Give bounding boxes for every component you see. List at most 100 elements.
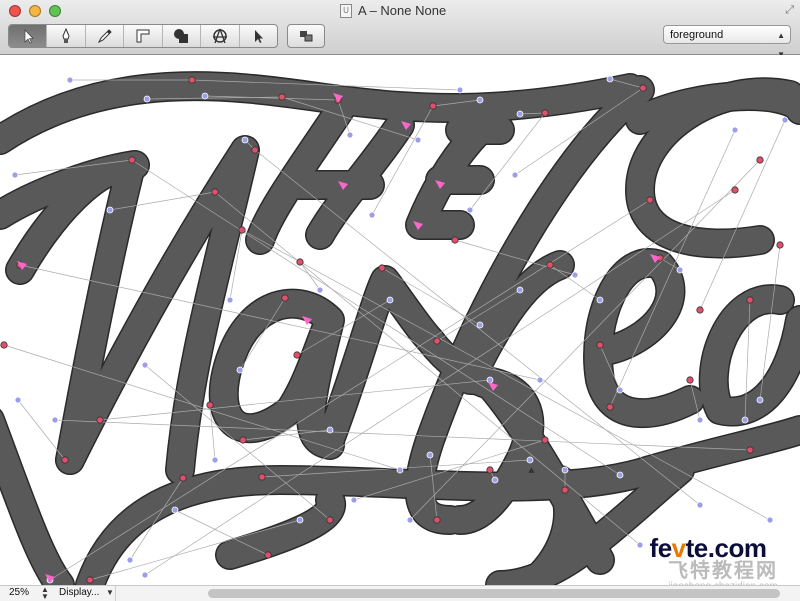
glyph-outlines[interactable] xyxy=(0,55,800,585)
on-curve-point[interactable] xyxy=(486,466,494,474)
horizontal-scrollbar[interactable] xyxy=(208,589,780,598)
off-curve-point[interactable] xyxy=(511,171,519,179)
on-curve-point[interactable] xyxy=(258,473,266,481)
on-curve-point[interactable] xyxy=(429,102,437,110)
on-curve-point[interactable] xyxy=(541,436,549,444)
zoom-level[interactable]: 25% xyxy=(9,587,29,598)
on-curve-point[interactable] xyxy=(293,351,301,359)
off-curve-point[interactable] xyxy=(326,426,334,434)
off-curve-point[interactable] xyxy=(466,206,474,214)
off-curve-point[interactable] xyxy=(406,516,414,524)
on-curve-point[interactable] xyxy=(541,109,549,117)
on-curve-point[interactable] xyxy=(278,93,286,101)
off-curve-point[interactable] xyxy=(396,466,404,474)
on-curve-point[interactable] xyxy=(61,456,69,464)
off-curve-point[interactable] xyxy=(14,396,22,404)
on-curve-point[interactable] xyxy=(451,236,459,244)
on-curve-point[interactable] xyxy=(281,294,289,302)
off-curve-point[interactable] xyxy=(476,321,484,329)
off-curve-point[interactable] xyxy=(561,466,569,474)
off-curve-point[interactable] xyxy=(346,131,354,139)
zoom-button[interactable] xyxy=(49,5,61,17)
off-curve-point[interactable] xyxy=(241,136,249,144)
off-curve-point[interactable] xyxy=(616,471,624,479)
layer-options-button[interactable] xyxy=(287,24,325,48)
on-curve-point[interactable] xyxy=(296,258,304,266)
on-curve-point[interactable] xyxy=(179,474,187,482)
display-menu[interactable]: Display... xyxy=(59,587,99,598)
on-curve-point[interactable] xyxy=(639,84,647,92)
off-curve-point[interactable] xyxy=(491,476,499,484)
on-curve-point[interactable] xyxy=(211,188,219,196)
on-curve-point[interactable] xyxy=(646,196,654,204)
chevron-down-icon[interactable]: ▼ xyxy=(106,588,114,597)
on-curve-point[interactable] xyxy=(96,416,104,424)
on-curve-point[interactable] xyxy=(606,403,614,411)
pencil-tool[interactable] xyxy=(86,25,125,47)
select-all-layers-tool[interactable] xyxy=(240,25,277,47)
on-curve-point[interactable] xyxy=(731,186,739,194)
on-curve-point[interactable] xyxy=(188,76,196,84)
off-curve-point[interactable] xyxy=(106,206,114,214)
off-curve-point[interactable] xyxy=(516,286,524,294)
pen-tool[interactable] xyxy=(47,25,86,47)
off-curve-point[interactable] xyxy=(414,136,422,144)
on-curve-point[interactable] xyxy=(206,401,214,409)
off-curve-point[interactable] xyxy=(211,456,219,464)
off-curve-point[interactable] xyxy=(66,76,74,84)
on-curve-point[interactable] xyxy=(128,156,136,164)
off-curve-point[interactable] xyxy=(741,416,749,424)
close-button[interactable] xyxy=(9,5,21,17)
primitives-tool[interactable] xyxy=(163,25,202,47)
select-tool[interactable] xyxy=(9,25,48,47)
on-curve-point[interactable] xyxy=(696,306,704,314)
on-curve-point[interactable] xyxy=(238,226,246,234)
off-curve-point[interactable] xyxy=(756,396,764,404)
measure-tool[interactable] xyxy=(124,25,163,47)
off-curve-point[interactable] xyxy=(781,116,789,124)
on-curve-point[interactable] xyxy=(378,264,386,272)
off-curve-point[interactable] xyxy=(386,296,394,304)
layer-select[interactable]: foreground▲▼ xyxy=(663,25,791,59)
zoom-stepper[interactable]: ▲ ▼ xyxy=(41,586,49,601)
on-curve-point[interactable] xyxy=(264,551,272,559)
on-curve-point[interactable] xyxy=(326,516,334,524)
on-curve-point[interactable] xyxy=(251,146,259,154)
off-curve-point[interactable] xyxy=(143,95,151,103)
off-curve-point[interactable] xyxy=(606,75,614,83)
off-curve-point[interactable] xyxy=(516,110,524,118)
on-curve-point[interactable] xyxy=(546,261,554,269)
on-curve-point[interactable] xyxy=(433,516,441,524)
on-curve-point[interactable] xyxy=(433,337,441,345)
off-curve-point[interactable] xyxy=(141,361,149,369)
on-curve-point[interactable] xyxy=(596,341,604,349)
off-curve-point[interactable] xyxy=(316,286,324,294)
off-curve-point[interactable] xyxy=(141,571,149,579)
on-curve-point[interactable] xyxy=(0,341,8,349)
off-curve-point[interactable] xyxy=(126,556,134,564)
off-curve-point[interactable] xyxy=(236,366,244,374)
off-curve-point[interactable] xyxy=(486,376,494,384)
on-curve-point[interactable] xyxy=(686,376,694,384)
off-curve-point[interactable] xyxy=(426,451,434,459)
off-curve-point[interactable] xyxy=(536,376,544,384)
minimize-button[interactable] xyxy=(29,5,41,17)
off-curve-point[interactable] xyxy=(476,96,484,104)
off-curve-point[interactable] xyxy=(51,416,59,424)
off-curve-point[interactable] xyxy=(616,386,624,394)
fullscreen-icon[interactable]: ⤢ xyxy=(785,4,794,17)
on-curve-point[interactable] xyxy=(746,296,754,304)
off-curve-point[interactable] xyxy=(696,416,704,424)
on-curve-point[interactable] xyxy=(239,436,247,444)
off-curve-point[interactable] xyxy=(696,501,704,509)
on-curve-point[interactable] xyxy=(746,446,754,454)
off-curve-point[interactable] xyxy=(676,266,684,274)
off-curve-point[interactable] xyxy=(296,516,304,524)
off-curve-point[interactable] xyxy=(596,296,604,304)
glyph-edit-canvas[interactable] xyxy=(0,55,800,585)
off-curve-point[interactable] xyxy=(171,506,179,514)
on-curve-point[interactable] xyxy=(776,241,784,249)
on-curve-point[interactable] xyxy=(86,576,94,584)
on-curve-point[interactable] xyxy=(756,156,764,164)
off-curve-point[interactable] xyxy=(571,271,579,279)
